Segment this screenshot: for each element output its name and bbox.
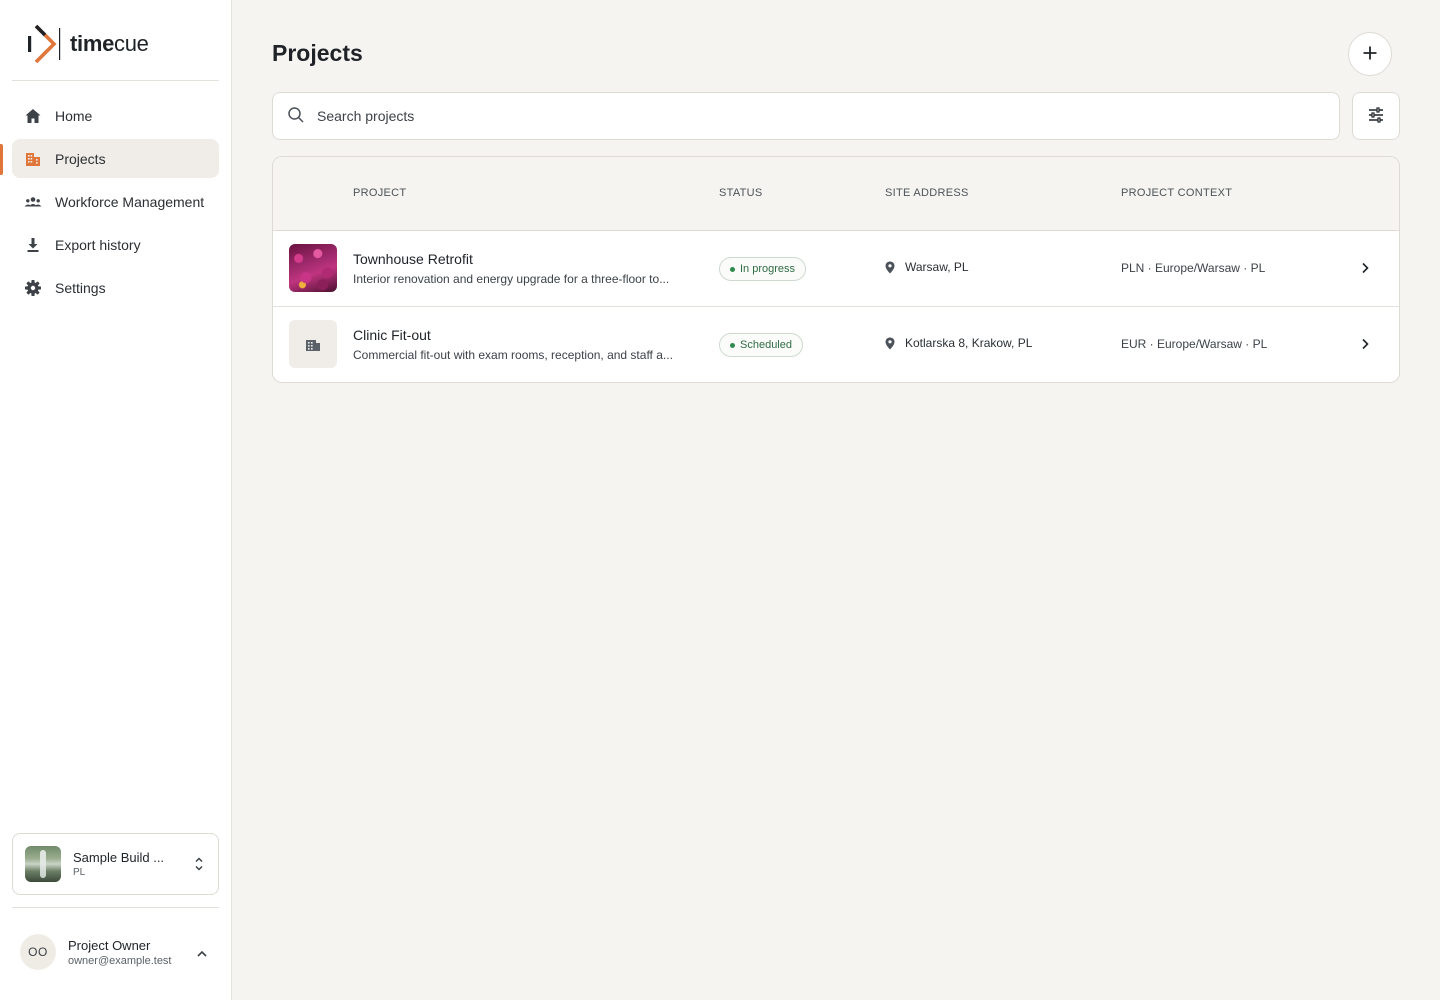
user-email: owner@example.test <box>68 954 172 967</box>
projects-table: PROJECT STATUS SITE ADDRESS PROJECT CONT… <box>272 156 1400 383</box>
sidebar-item-workforce-management[interactable]: Workforce Management <box>12 182 219 221</box>
organization-name: Sample Build ... <box>73 850 165 865</box>
sidebar-divider <box>12 907 219 908</box>
column-header-project-context[interactable]: PROJECT CONTEXT <box>1121 187 1232 199</box>
search-bar <box>272 92 1340 140</box>
status-badge: Scheduled <box>719 333 803 357</box>
sidebar-item-label: Home <box>55 107 93 124</box>
sidebar-item-projects[interactable]: Projects <box>12 139 219 178</box>
user-menu[interactable]: OO Project Owner owner@example.test <box>20 930 220 974</box>
logo-wordmark: timecue <box>70 31 149 56</box>
building-icon <box>306 340 320 351</box>
add-project-button[interactable] <box>1348 32 1392 76</box>
project-thumbnail <box>289 320 337 368</box>
active-nav-indicator <box>0 144 3 175</box>
gear-icon <box>24 279 42 297</box>
column-header-site-address[interactable]: SITE ADDRESS <box>885 187 969 199</box>
sidebar-item-label: Workforce Management <box>55 193 205 210</box>
table-row[interactable]: Clinic Fit-out Commercial fit-out with e… <box>273 307 1399 382</box>
app-logo[interactable]: timecue <box>26 22 149 66</box>
chevron-up-down-icon <box>194 856 204 875</box>
home-icon <box>24 107 42 125</box>
status-dot-icon <box>730 266 735 272</box>
organization-country: PL <box>73 867 86 878</box>
logo-mark-icon <box>28 24 61 64</box>
page-title: Projects <box>272 40 363 66</box>
site-address-text: Kotlarska 8, Krakow, PL <box>905 336 1033 350</box>
sidebar-item-settings[interactable]: Settings <box>12 268 219 307</box>
sidebar-nav: Home Projects Workforce Management Expor… <box>12 96 219 311</box>
sidebar-divider <box>12 80 219 81</box>
project-context: PLN · Europe/Warsaw · PL <box>1121 261 1266 275</box>
people-icon <box>24 193 42 211</box>
sidebar-item-label: Settings <box>55 279 106 296</box>
user-name: Project Owner <box>68 937 151 953</box>
project-name: Townhouse Retrofit <box>353 251 473 267</box>
filter-button[interactable] <box>1352 92 1400 140</box>
project-description: Commercial fit-out with exam rooms, rece… <box>353 348 673 362</box>
sidebar-item-export-history[interactable]: Export history <box>12 225 219 264</box>
plus-icon <box>1362 45 1378 64</box>
chevron-up-icon <box>196 946 208 962</box>
organization-switcher[interactable]: Sample Build ... PL <box>12 833 219 895</box>
sidebar-item-home[interactable]: Home <box>12 96 219 135</box>
sidebar-item-label: Projects <box>55 150 106 167</box>
sidebar: timecue Home Projects Workforce Manageme… <box>0 0 232 1000</box>
status-label: Scheduled <box>740 339 792 351</box>
site-address: Warsaw, PL <box>885 260 969 274</box>
sliders-icon <box>1367 106 1385 127</box>
search-input[interactable] <box>317 108 1217 124</box>
map-pin-icon <box>885 337 895 349</box>
chevron-right-icon[interactable] <box>1359 261 1371 278</box>
chevron-right-icon[interactable] <box>1359 337 1371 354</box>
column-header-status[interactable]: STATUS <box>719 187 763 199</box>
organization-avatar <box>25 846 61 882</box>
column-header-project[interactable]: PROJECT <box>353 187 406 199</box>
site-address-text: Warsaw, PL <box>905 260 969 274</box>
buildings-icon <box>24 150 42 168</box>
project-thumbnail <box>289 244 337 292</box>
project-context: EUR · Europe/Warsaw · PL <box>1121 337 1268 351</box>
sidebar-item-label: Export history <box>55 236 141 253</box>
table-row[interactable]: Townhouse Retrofit Interior renovation a… <box>273 231 1399 307</box>
table-header: PROJECT STATUS SITE ADDRESS PROJECT CONT… <box>273 157 1399 231</box>
search-icon <box>287 106 305 127</box>
project-name: Clinic Fit-out <box>353 327 431 343</box>
project-description: Interior renovation and energy upgrade f… <box>353 272 670 286</box>
site-address: Kotlarska 8, Krakow, PL <box>885 336 1032 350</box>
download-icon <box>24 236 42 254</box>
avatar: OO <box>20 934 56 970</box>
status-label: In progress <box>740 263 796 275</box>
map-pin-icon <box>885 261 895 273</box>
status-badge: In progress <box>719 257 807 281</box>
status-dot-icon <box>730 342 735 348</box>
